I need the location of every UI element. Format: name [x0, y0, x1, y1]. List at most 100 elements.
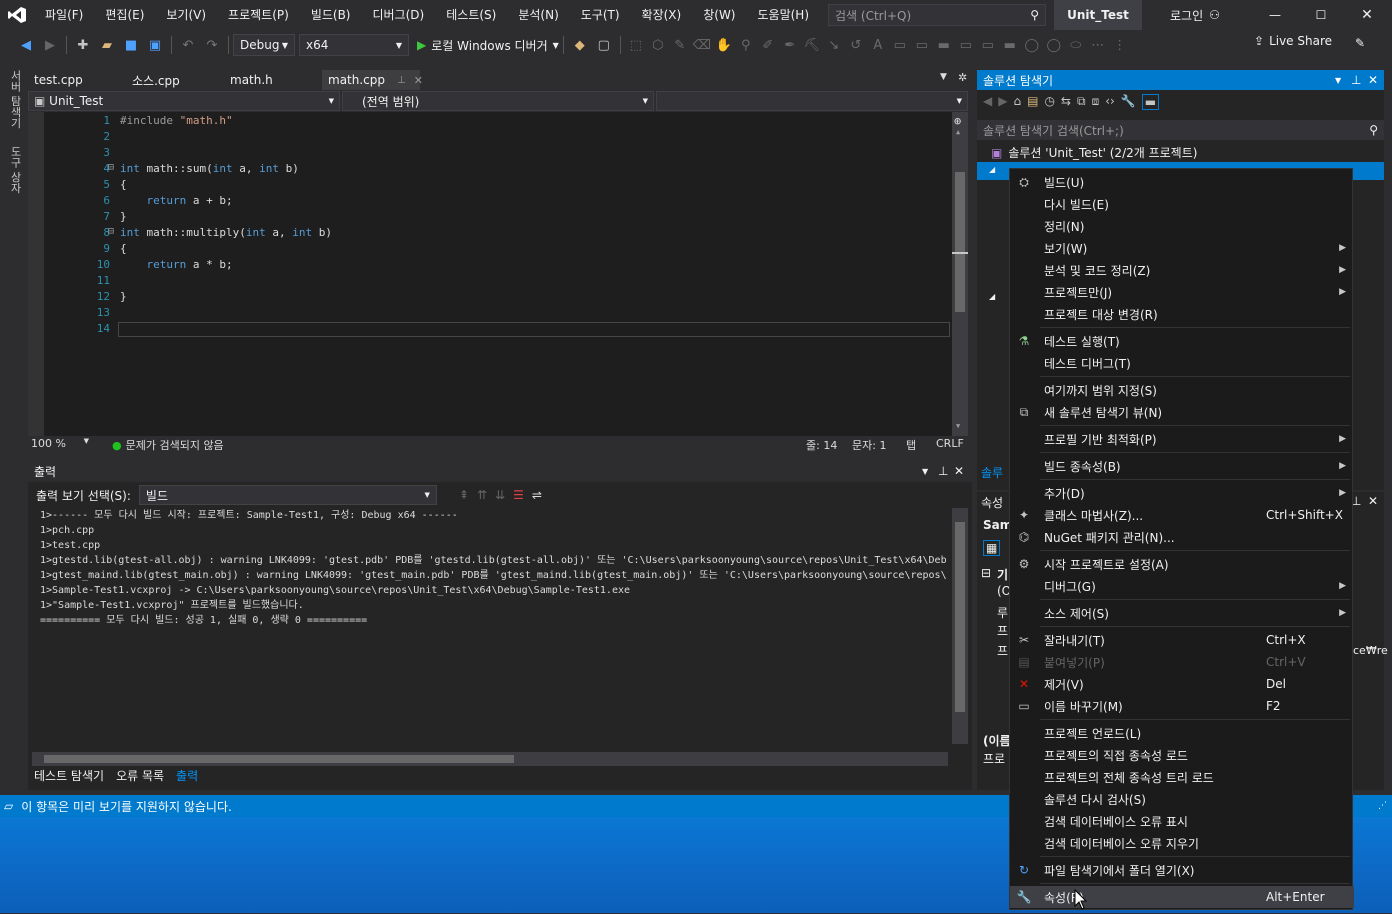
- code-line[interactable]: return a * b;: [120, 258, 233, 271]
- toolbar-tool-icon[interactable]: ✎: [670, 34, 690, 56]
- context-menu-item[interactable]: 다시 빌드(E): [1010, 193, 1354, 215]
- context-menu-item[interactable]: ↻ 파일 탐색기에서 폴더 열기(X): [1010, 859, 1354, 881]
- back-icon[interactable]: ◀: [15, 34, 37, 56]
- toolbar-tool-icon[interactable]: A: [868, 34, 888, 56]
- close-tab-icon[interactable]: ✕: [414, 74, 423, 87]
- code-line[interactable]: return a + b;: [120, 194, 233, 207]
- new-project-icon[interactable]: ✚: [72, 34, 94, 56]
- menu-item[interactable]: 디버그(D): [362, 0, 436, 30]
- context-menu-item[interactable]: 프로젝트의 직접 종속성 로드: [1010, 744, 1354, 766]
- toolbar-tool-icon[interactable]: ⬡: [648, 34, 668, 56]
- toolbar-tool-icon[interactable]: ⛏: [802, 34, 822, 56]
- context-menu-item[interactable]: 디버그(G) ▶: [1010, 575, 1354, 597]
- context-menu-item[interactable]: ⛭ 빌드(U): [1010, 171, 1354, 193]
- context-menu-item[interactable]: 검색 데이터베이스 오류 지우기: [1010, 832, 1354, 854]
- toolbox-tab[interactable]: 도구 상자: [7, 146, 23, 194]
- menu-item[interactable]: 테스트(S): [435, 0, 507, 30]
- context-menu-item[interactable]: ▭ 이름 바꾸기(M) F2: [1010, 695, 1354, 717]
- expand-arrow-icon[interactable]: ◢: [989, 292, 995, 301]
- history-icon[interactable]: ◷: [1044, 94, 1054, 110]
- editor-tab[interactable]: 소스.cpp: [126, 70, 216, 90]
- server-explorer-tab[interactable]: 서버 탐색기: [7, 70, 23, 129]
- output-source-select[interactable]: 빌드 ▼: [138, 485, 437, 505]
- back-icon[interactable]: ◀: [983, 94, 992, 110]
- toolbar-tool-icon[interactable]: ✋: [714, 34, 734, 56]
- bottom-tab[interactable]: 테스트 탐색기: [28, 766, 110, 786]
- menu-item[interactable]: 보기(V): [155, 0, 217, 30]
- menu-item[interactable]: 도구(T): [570, 0, 631, 30]
- context-menu-item[interactable]: 프로젝트 언로드(L): [1010, 722, 1354, 744]
- undo-icon[interactable]: ↶: [177, 34, 199, 56]
- platform-select[interactable]: x64 ▼: [299, 34, 409, 56]
- minimize-button[interactable]: —: [1262, 0, 1288, 30]
- config-select[interactable]: Debug ▼: [233, 34, 295, 56]
- menu-item[interactable]: 도움말(H): [747, 0, 821, 30]
- menu-item[interactable]: 빌드(B): [300, 0, 362, 30]
- editor-tab[interactable]: test.cpp: [28, 70, 118, 90]
- save-all-icon[interactable]: ▣: [144, 34, 166, 56]
- context-menu-item[interactable]: ⌬ NuGet 패키지 관리(N)...: [1010, 526, 1354, 548]
- toolbar-tool-icon[interactable]: ◯: [1022, 34, 1042, 56]
- menu-item[interactable]: 확장(X): [631, 0, 693, 30]
- close-window-button[interactable]: ✕: [1354, 0, 1380, 30]
- code-line[interactable]: int math::multiply(int a, int b): [120, 226, 332, 239]
- toolbar-tool-icon[interactable]: ✒: [780, 34, 800, 56]
- live-share-button[interactable]: ⇪ Live Share: [1254, 34, 1332, 48]
- pin-icon[interactable]: ⊥: [1351, 73, 1361, 87]
- context-menu-item[interactable]: ✕ 제거(V) Del: [1010, 673, 1354, 695]
- toolbar-tool-icon[interactable]: ◯: [1044, 34, 1064, 56]
- resize-grip-icon[interactable]: ⋰: [1378, 801, 1387, 811]
- feedback-icon[interactable]: ✎: [1355, 36, 1365, 50]
- context-menu-item[interactable]: 프로필 기반 최적화(P) ▶: [1010, 428, 1354, 450]
- context-menu-item[interactable]: 검색 데이터베이스 오류 표시: [1010, 810, 1354, 832]
- toolbar-tool-icon[interactable]: ↘: [824, 34, 844, 56]
- tab-overflow-icon[interactable]: ▼: [940, 72, 947, 82]
- code-line[interactable]: int math::sum(int a, int b): [120, 162, 299, 175]
- context-menu-item[interactable]: 🔧 속성(R) Alt+Enter: [1010, 886, 1354, 908]
- pin-icon[interactable]: ⊥: [397, 75, 406, 86]
- toolbar-tool-icon[interactable]: ✐: [758, 34, 778, 56]
- code-editor[interactable]: 1 #include "math.h" 2 3 4 int math::sum(int a…: [28, 112, 968, 436]
- editor-tab[interactable]: math.cpp ⊥ ✕: [322, 70, 423, 90]
- login-button[interactable]: 로그인 ⚇: [1170, 0, 1220, 30]
- code-line[interactable]: {: [120, 178, 127, 191]
- forward-icon[interactable]: ▶: [39, 34, 61, 56]
- next-message-icon[interactable]: ⇊: [495, 488, 505, 502]
- output-vscroll[interactable]: [952, 508, 968, 744]
- scroll-thumb[interactable]: [955, 172, 965, 312]
- scroll-up-icon[interactable]: ▲: [956, 128, 960, 136]
- output-scroll-thumb[interactable]: [955, 522, 965, 712]
- context-menu-item[interactable]: ⧉ 새 솔루션 탐색기 뷰(N): [1010, 401, 1354, 423]
- menu-item[interactable]: 분석(N): [507, 0, 569, 30]
- show-all-files-icon[interactable]: ⧈: [1092, 94, 1100, 110]
- toolbar-tool-icon[interactable]: ⌫: [692, 34, 712, 56]
- toolbar-tool-icon[interactable]: ▭: [956, 34, 976, 56]
- menu-item[interactable]: 편집(E): [94, 0, 155, 30]
- scope-nav-select[interactable]: (전역 범위) ▼: [342, 91, 654, 111]
- collapse-all-icon[interactable]: ⧉: [1077, 94, 1086, 110]
- line-ending[interactable]: CRLF: [936, 437, 964, 450]
- fold-icon[interactable]: ⊟: [108, 162, 114, 173]
- context-menu-item[interactable]: 프로젝트만(J) ▶: [1010, 281, 1354, 303]
- close-icon[interactable]: ✕: [954, 464, 964, 478]
- solution-root-node[interactable]: ▣ 솔루션 'Unit_Test' (2/2개 프로젝트): [991, 144, 1197, 161]
- code-line[interactable]: #include "math.h": [120, 114, 233, 127]
- output-hscroll-thumb[interactable]: [44, 755, 514, 763]
- context-menu-item[interactable]: 소스 제어(S) ▶: [1010, 602, 1354, 624]
- clear-all-icon[interactable]: ☰: [513, 488, 524, 502]
- run-debugger-button[interactable]: ▶ 로컬 Windows 디버거 ▼: [417, 37, 559, 54]
- output-hscroll[interactable]: [32, 752, 948, 766]
- toolbar-tool-icon[interactable]: ⚲: [736, 34, 756, 56]
- context-menu-item[interactable]: 프로젝트 대상 변경(R): [1010, 303, 1354, 325]
- toolbar-tool-icon[interactable]: ▬: [1000, 34, 1020, 56]
- preview-icon[interactable]: ▬: [1141, 94, 1160, 110]
- home-icon[interactable]: ⌂: [1013, 94, 1021, 110]
- collapse-icon[interactable]: ⊟: [981, 566, 991, 580]
- bottom-tab[interactable]: 출력: [170, 766, 205, 786]
- screenshot-icon[interactable]: ▢: [593, 34, 615, 56]
- code-line[interactable]: }: [120, 290, 127, 303]
- categorized-icon[interactable]: ▦: [983, 540, 1001, 556]
- context-menu-item[interactable]: 빌드 종속성(B) ▶: [1010, 455, 1354, 477]
- context-menu-item[interactable]: ⚙ 시작 프로젝트로 설정(A): [1010, 553, 1354, 575]
- solution-search-box[interactable]: 솔루션 탐색기 검색(Ctrl+;) ⚲: [977, 120, 1384, 140]
